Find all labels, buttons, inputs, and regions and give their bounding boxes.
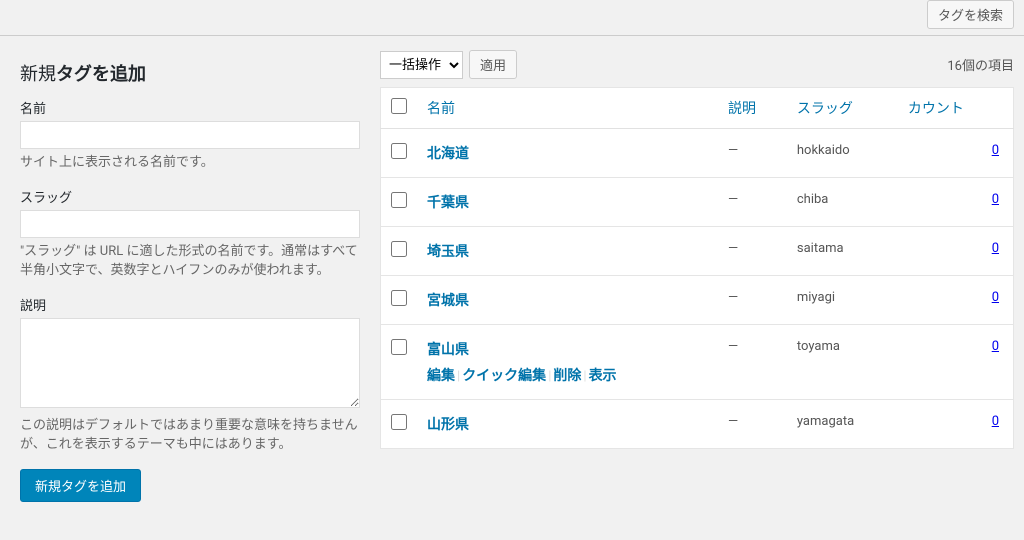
tag-count[interactable]: 0 (992, 143, 999, 158)
table-row: 宮城県 —miyagi 0 (381, 276, 1014, 325)
tag-count[interactable]: 0 (992, 290, 999, 305)
delete-link[interactable]: 削除 (553, 368, 581, 384)
table-row: 千葉県 —chiba 0 (381, 178, 1014, 227)
tablenav: 一括操作 適用 16個の項目 (380, 42, 1014, 87)
tag-name-link[interactable]: 埼玉県 (427, 244, 469, 260)
slug-input[interactable] (20, 210, 360, 238)
tag-desc: — (718, 178, 787, 227)
name-help: サイト上に表示される名前です。 (20, 153, 360, 173)
view-link[interactable]: 表示 (589, 368, 617, 384)
slug-label: スラッグ (20, 187, 360, 206)
edit-link[interactable]: 編集 (427, 368, 455, 384)
tag-slug: saitama (787, 227, 898, 276)
form-heading: 新規タグを追加 (20, 60, 360, 86)
row-actions: 編集|クイック編集|削除|表示 (427, 365, 708, 385)
tag-count[interactable]: 0 (992, 192, 999, 207)
bulk-action-select[interactable]: 一括操作 (380, 51, 463, 79)
submit-button[interactable]: 新規タグを追加 (20, 469, 141, 502)
heading-prefix: 新規 (20, 64, 56, 85)
tag-slug: miyagi (787, 276, 898, 325)
table-row: 埼玉県 —saitama 0 (381, 227, 1014, 276)
row-checkbox[interactable] (391, 143, 407, 159)
slug-help: "スラッグ" は URL に適した形式の名前です。通常はすべて半角小文字で、英数… (20, 242, 360, 281)
tag-count[interactable]: 0 (992, 414, 999, 429)
desc-help: この説明はデフォルトではあまり重要な意味を持ちませんが、これを表示するテーマも中… (20, 416, 360, 455)
quick-edit-link[interactable]: クイック編集 (462, 368, 546, 384)
name-label: 名前 (20, 98, 360, 117)
row-checkbox[interactable] (391, 192, 407, 208)
tag-desc: — (718, 227, 787, 276)
tag-slug: yamagata (787, 400, 898, 449)
col-slug[interactable]: スラッグ (787, 88, 898, 129)
tag-name-link[interactable]: 富山県 (427, 342, 469, 358)
add-tag-form: 新規タグを追加 名前 サイト上に表示される名前です。 スラッグ "スラッグ" は… (0, 42, 380, 512)
tag-desc: — (718, 129, 787, 178)
row-checkbox[interactable] (391, 290, 407, 306)
row-checkbox[interactable] (391, 241, 407, 257)
tag-desc: — (718, 325, 787, 400)
tag-count[interactable]: 0 (992, 339, 999, 354)
item-count: 16個の項目 (947, 55, 1014, 74)
search-tags-button[interactable]: タグを検索 (927, 0, 1014, 29)
table-row: 富山県編集|クイック編集|削除|表示 —toyama 0 (381, 325, 1014, 400)
row-checkbox[interactable] (391, 339, 407, 355)
col-name[interactable]: 名前 (417, 88, 718, 129)
tag-desc: — (718, 400, 787, 449)
tags-table: 名前 説明 スラッグ カウント 北海道—hokkaido0千葉県—chiba0埼… (380, 87, 1014, 449)
tag-count[interactable]: 0 (992, 241, 999, 256)
col-desc[interactable]: 説明 (718, 88, 787, 129)
tag-name-link[interactable]: 山形県 (427, 417, 469, 433)
col-count[interactable]: カウント (898, 88, 1014, 129)
apply-button[interactable]: 適用 (469, 50, 517, 79)
table-row: 山形県 —yamagata 0 (381, 400, 1014, 449)
tag-slug: toyama (787, 325, 898, 400)
desc-textarea[interactable] (20, 318, 360, 408)
row-checkbox[interactable] (391, 414, 407, 430)
tag-slug: chiba (787, 178, 898, 227)
tag-desc: — (718, 276, 787, 325)
select-all-checkbox[interactable] (391, 98, 407, 114)
table-row: 北海道 —hokkaido 0 (381, 129, 1014, 178)
tag-slug: hokkaido (787, 129, 898, 178)
desc-label: 説明 (20, 295, 360, 314)
name-input[interactable] (20, 121, 360, 149)
heading-bold: タグを追加 (56, 64, 146, 85)
topbar: タグを検索 (0, 0, 1024, 36)
tag-name-link[interactable]: 北海道 (427, 146, 469, 162)
tag-name-link[interactable]: 宮城県 (427, 293, 469, 309)
tag-name-link[interactable]: 千葉県 (427, 195, 469, 211)
